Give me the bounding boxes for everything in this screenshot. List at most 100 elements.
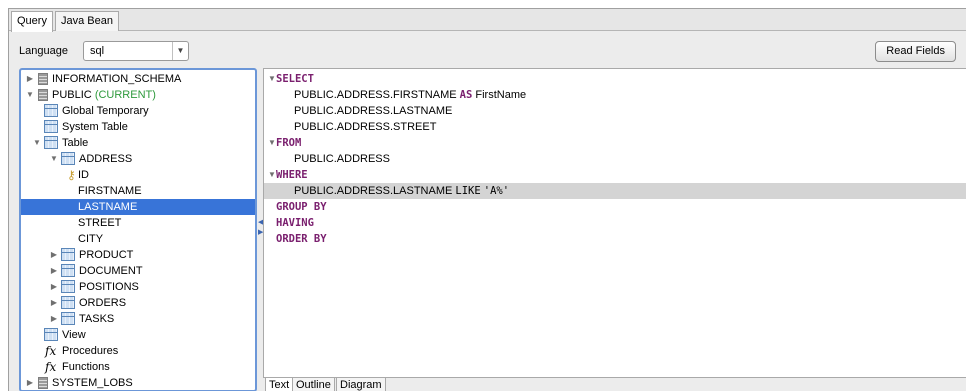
sql-editor[interactable]: ▼ SELECT PUBLIC.ADDRESS.FIRSTNAME AS Fir…: [263, 68, 966, 378]
column-ref: PUBLIC.ADDRESS.LASTNAME: [294, 185, 453, 197]
tree-label: Global Temporary: [62, 105, 149, 117]
tree-label: Functions: [62, 361, 110, 373]
table-icon: [61, 296, 75, 309]
tree-item-global-temporary[interactable]: Global Temporary: [21, 103, 255, 119]
sql-line-from: ▼ FROM: [264, 135, 966, 151]
column-ref: PUBLIC.ADDRESS.FIRSTNAME: [294, 89, 457, 101]
tree-item-street[interactable]: STREET: [21, 215, 255, 231]
tree-item-view[interactable]: View: [21, 327, 255, 343]
key-icon: ⚷: [67, 168, 76, 182]
keyword-from: FROM: [276, 137, 302, 149]
table-icon: [44, 328, 58, 341]
read-fields-button[interactable]: Read Fields: [875, 41, 956, 62]
table-icon: [61, 248, 75, 261]
current-marker: (CURRENT): [94, 89, 156, 101]
tree-item-firstname[interactable]: FIRSTNAME: [21, 183, 255, 199]
query-window: Query Java Bean Language sql ▼ Read Fiel…: [8, 8, 966, 391]
tab-outline[interactable]: Outline: [292, 378, 335, 391]
tree-item-lastname[interactable]: LASTNAME: [21, 199, 255, 215]
keyword-having: HAVING: [276, 217, 314, 229]
tab-text[interactable]: Text: [265, 378, 294, 391]
sql-line-select: ▼ SELECT: [264, 71, 966, 87]
tree-item-information-schema[interactable]: ▶ INFORMATION_SCHEMA: [21, 71, 255, 87]
table-icon: [61, 312, 75, 325]
tree-item-tasks[interactable]: ▶ TASKS: [21, 311, 255, 327]
function-icon: fx: [45, 344, 57, 358]
schema-tree[interactable]: ▶ INFORMATION_SCHEMA ▼ PUBLIC (CURRENT) …: [19, 68, 257, 391]
database-icon: [38, 377, 48, 389]
table-icon: [44, 104, 58, 117]
tree-item-functions[interactable]: fx Functions: [21, 359, 255, 375]
table-ref: PUBLIC.ADDRESS: [294, 153, 390, 165]
tree-item-public[interactable]: ▼ PUBLIC (CURRENT): [21, 87, 255, 103]
sql-line-where-1: PUBLIC.ADDRESS.LASTNAME LIKE 'A%': [264, 183, 966, 199]
sql-line-select-3: PUBLIC.ADDRESS.STREET: [264, 119, 966, 135]
language-value: sql: [90, 45, 105, 57]
expand-arrow-icon[interactable]: ▶: [25, 375, 35, 390]
fold-arrow-icon[interactable]: ▼: [268, 167, 276, 183]
tree-item-orders[interactable]: ▶ ORDERS: [21, 295, 255, 311]
tree-item-product[interactable]: ▶ PRODUCT: [21, 247, 255, 263]
tree-item-id[interactable]: ⚷ ID: [21, 167, 255, 183]
keyword-order-by: ORDER BY: [276, 233, 327, 245]
tree-item-address[interactable]: ▼ ADDRESS: [21, 151, 255, 167]
top-tab-bar: Query Java Bean: [9, 9, 966, 32]
function-icon: fx: [45, 360, 57, 374]
tree-label: CITY: [78, 233, 104, 245]
tree-label: System Table: [62, 121, 128, 133]
tree-label: Table: [62, 137, 89, 149]
collapse-arrow-icon[interactable]: ▼: [25, 87, 35, 103]
expand-arrow-icon[interactable]: ▶: [49, 295, 59, 311]
tree-label: DOCUMENT: [79, 265, 143, 277]
tree-item-system-lobs[interactable]: ▶ SYSTEM_LOBS: [21, 375, 255, 390]
expand-arrow-icon[interactable]: ▶: [49, 279, 59, 295]
database-icon: [38, 89, 48, 101]
keyword-select: SELECT: [276, 73, 314, 85]
tree-item-positions[interactable]: ▶ POSITIONS: [21, 279, 255, 295]
tree-label: SYSTEM_LOBS: [52, 377, 133, 389]
tree-item-document[interactable]: ▶ DOCUMENT: [21, 263, 255, 279]
keyword-group-by: GROUP BY: [276, 201, 327, 213]
tab-java-bean[interactable]: Java Bean: [55, 11, 119, 31]
expand-arrow-icon[interactable]: ▶: [49, 247, 59, 263]
tree-label: View: [62, 329, 86, 341]
chevron-down-icon[interactable]: ▼: [172, 42, 188, 60]
language-label: Language: [19, 45, 68, 57]
tree-item-procedures[interactable]: fx Procedures: [21, 343, 255, 359]
tree-label: TASKS: [79, 313, 115, 325]
sql-line-select-2: PUBLIC.ADDRESS.LASTNAME: [264, 103, 966, 119]
language-select[interactable]: sql ▼: [83, 41, 189, 61]
sql-line-group-by: GROUP BY: [264, 199, 966, 215]
tree-item-table[interactable]: ▼ Table: [21, 135, 255, 151]
database-icon: [38, 73, 48, 85]
expand-arrow-icon[interactable]: ▶: [25, 71, 35, 87]
tab-query[interactable]: Query: [11, 11, 53, 32]
sql-line-where: ▼ WHERE: [264, 167, 966, 183]
sql-line-from-1: PUBLIC.ADDRESS: [264, 151, 966, 167]
tree-label: INFORMATION_SCHEMA: [52, 73, 182, 85]
expand-arrow-icon[interactable]: ▶: [49, 263, 59, 279]
table-icon: [61, 280, 75, 293]
tree-item-system-table[interactable]: System Table: [21, 119, 255, 135]
tree-label: LASTNAME: [78, 201, 138, 213]
keyword-where: WHERE: [276, 169, 308, 181]
sql-line-having: HAVING: [264, 215, 966, 231]
table-icon: [61, 264, 75, 277]
expand-arrow-icon[interactable]: ▶: [49, 311, 59, 327]
sql-line-select-1: PUBLIC.ADDRESS.FIRSTNAME AS FirstName: [264, 87, 966, 103]
sql-line-order-by: ORDER BY: [264, 231, 966, 247]
tab-diagram[interactable]: Diagram: [336, 378, 386, 391]
fold-arrow-icon[interactable]: ▼: [268, 71, 276, 87]
tree-label: PRODUCT: [79, 249, 134, 261]
fold-arrow-icon[interactable]: ▼: [268, 135, 276, 151]
collapse-arrow-icon[interactable]: ▼: [32, 135, 42, 151]
tree-label: ADDRESS: [79, 153, 133, 165]
tree-label: FIRSTNAME: [78, 185, 142, 197]
tree-label: ORDERS: [79, 297, 127, 309]
tree-label: Procedures: [62, 345, 119, 357]
tree-item-city[interactable]: CITY: [21, 231, 255, 247]
language-row: Language sql ▼ Read Fields: [9, 31, 966, 71]
collapse-arrow-icon[interactable]: ▼: [49, 151, 59, 167]
keyword-like: LIKE: [455, 185, 481, 197]
column-ref: PUBLIC.ADDRESS.LASTNAME: [294, 105, 453, 117]
